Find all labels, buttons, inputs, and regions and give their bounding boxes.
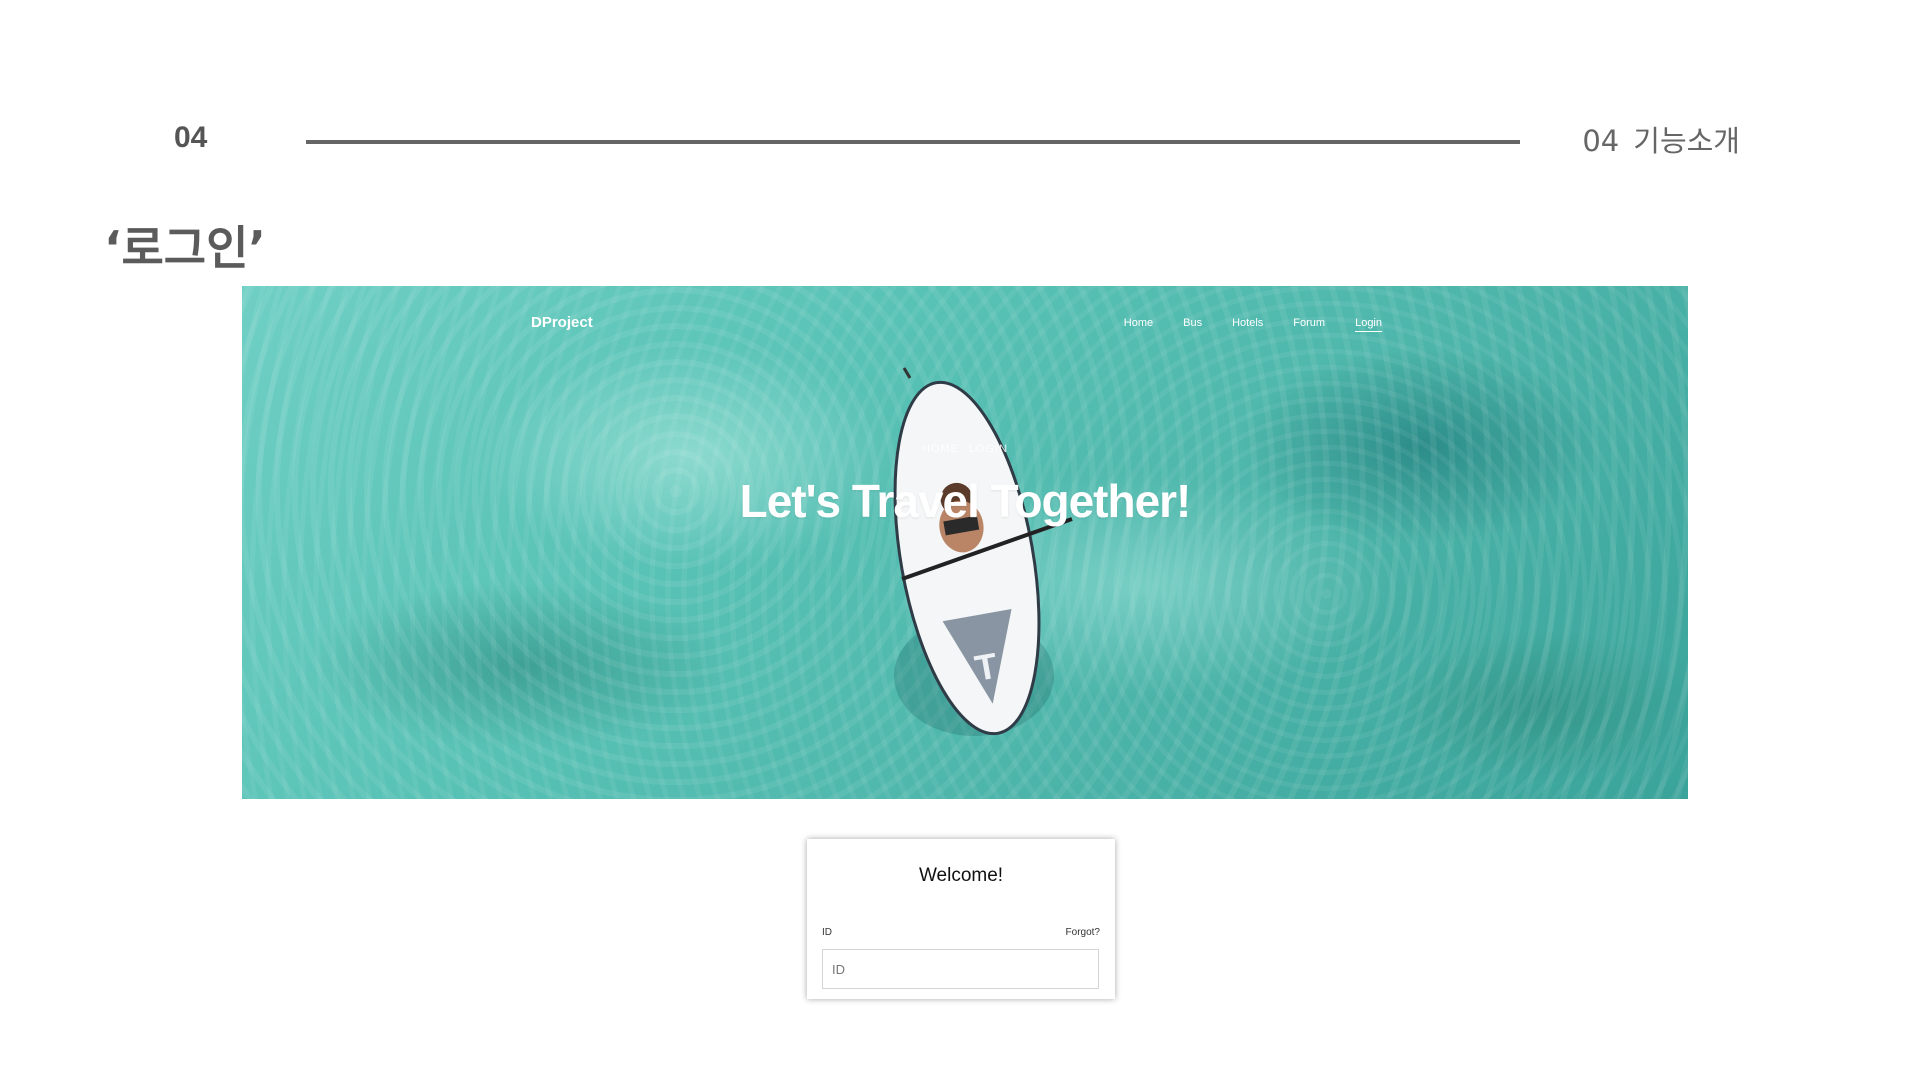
- breadcrumb-home[interactable]: HOME: [922, 443, 959, 455]
- slide-title: ‘로그인’: [104, 221, 266, 275]
- nav-hotels[interactable]: Hotels: [1232, 317, 1263, 332]
- breadcrumb: HOME LOGIN: [242, 443, 1688, 455]
- forgot-link[interactable]: Forgot?: [1066, 927, 1100, 938]
- section-number: 04: [174, 121, 208, 154]
- header-divider: [306, 140, 1520, 144]
- hero-heading: Let's Travel Together!: [739, 475, 1192, 527]
- site-logo[interactable]: DProject: [531, 314, 593, 331]
- welcome-heading: Welcome!: [918, 865, 1004, 886]
- hero-banner: T DProject Home Bus Hotels Forum Login H…: [242, 286, 1688, 799]
- nav-login[interactable]: Login: [1355, 317, 1382, 332]
- nav-forum[interactable]: Forum: [1293, 317, 1325, 332]
- login-card: Welcome! ID Forgot?: [807, 839, 1115, 999]
- paddleboard-image: T: [893, 367, 1073, 736]
- section-title: 04 기능소개: [1582, 118, 1740, 160]
- id-input[interactable]: [822, 949, 1099, 989]
- nav-bus[interactable]: Bus: [1183, 317, 1202, 332]
- section-title-number: 04: [1582, 124, 1620, 158]
- site-nav: Home Bus Hotels Forum Login: [1124, 317, 1382, 332]
- id-label: ID: [822, 927, 832, 938]
- slide: 04 04 기능소개 ‘로그인’ T DProject Home Bus Hote…: [0, 0, 1920, 1080]
- breadcrumb-login: LOGIN: [968, 443, 1009, 455]
- nav-home[interactable]: Home: [1124, 317, 1153, 332]
- section-title-text: 기능소개: [1633, 124, 1740, 158]
